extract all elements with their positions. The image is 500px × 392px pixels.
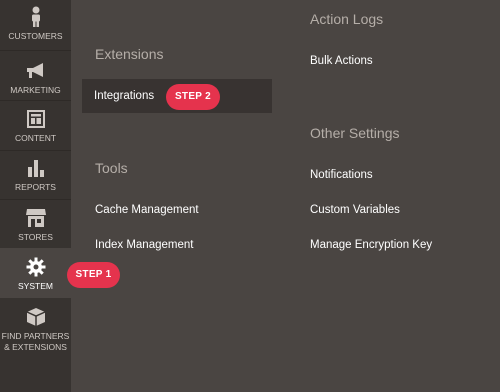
index-management-link[interactable]: Index Management (95, 239, 193, 251)
megaphone-icon (25, 60, 47, 82)
bulk-actions-link[interactable]: Bulk Actions (310, 55, 373, 67)
sidebar-item-label-line1: FIND PARTNERS (1, 331, 70, 341)
custom-variables-link[interactable]: Custom Variables (310, 204, 400, 216)
person-icon (25, 6, 47, 28)
sidebar-item-system[interactable]: SYSTEM (0, 248, 71, 298)
sidebar-item-label: CUSTOMERS (8, 31, 63, 41)
box-icon (25, 306, 47, 328)
notifications-link[interactable]: Notifications (310, 169, 373, 181)
bar-chart-icon (25, 157, 47, 179)
manage-encryption-key-link[interactable]: Manage Encryption Key (310, 239, 432, 251)
divider (0, 50, 71, 51)
sidebar-item-label: MARKETING (10, 85, 61, 95)
storefront-icon (25, 207, 47, 229)
step1-badge: STEP 1 (67, 262, 120, 288)
sidebar-item-find-partners[interactable]: FIND PARTNERS & EXTENSIONS (0, 306, 71, 353)
other-settings-heading: Other Settings (310, 125, 400, 141)
action-logs-heading: Action Logs (310, 11, 384, 27)
sidebar-item-reports[interactable]: REPORTS (0, 157, 71, 193)
gear-icon (25, 256, 47, 278)
sidebar-item-label-line2: & EXTENSIONS (4, 342, 67, 352)
divider (0, 150, 71, 151)
extensions-heading: Extensions (95, 46, 164, 62)
sidebar-item-stores[interactable]: STORES (0, 207, 71, 243)
sidebar-item-marketing[interactable]: MARKETING (0, 60, 71, 96)
admin-sidebar: CUSTOMERS MARKETING CONTENT REPORTS STOR… (0, 0, 71, 392)
tools-heading: Tools (95, 160, 128, 176)
step2-badge: STEP 2 (166, 84, 220, 110)
sidebar-item-label: REPORTS (15, 182, 56, 192)
sidebar-item-customers[interactable]: CUSTOMERS (0, 6, 71, 42)
layout-icon (25, 108, 47, 130)
sidebar-item-label: SYSTEM (18, 281, 53, 291)
cache-management-link[interactable]: Cache Management (95, 204, 199, 216)
divider (0, 100, 71, 101)
sidebar-item-content[interactable]: CONTENT (0, 108, 71, 144)
integrations-label: Integrations (94, 90, 155, 102)
divider (0, 199, 71, 200)
sidebar-item-label: STORES (18, 232, 53, 242)
sidebar-item-label: CONTENT (14, 133, 57, 143)
